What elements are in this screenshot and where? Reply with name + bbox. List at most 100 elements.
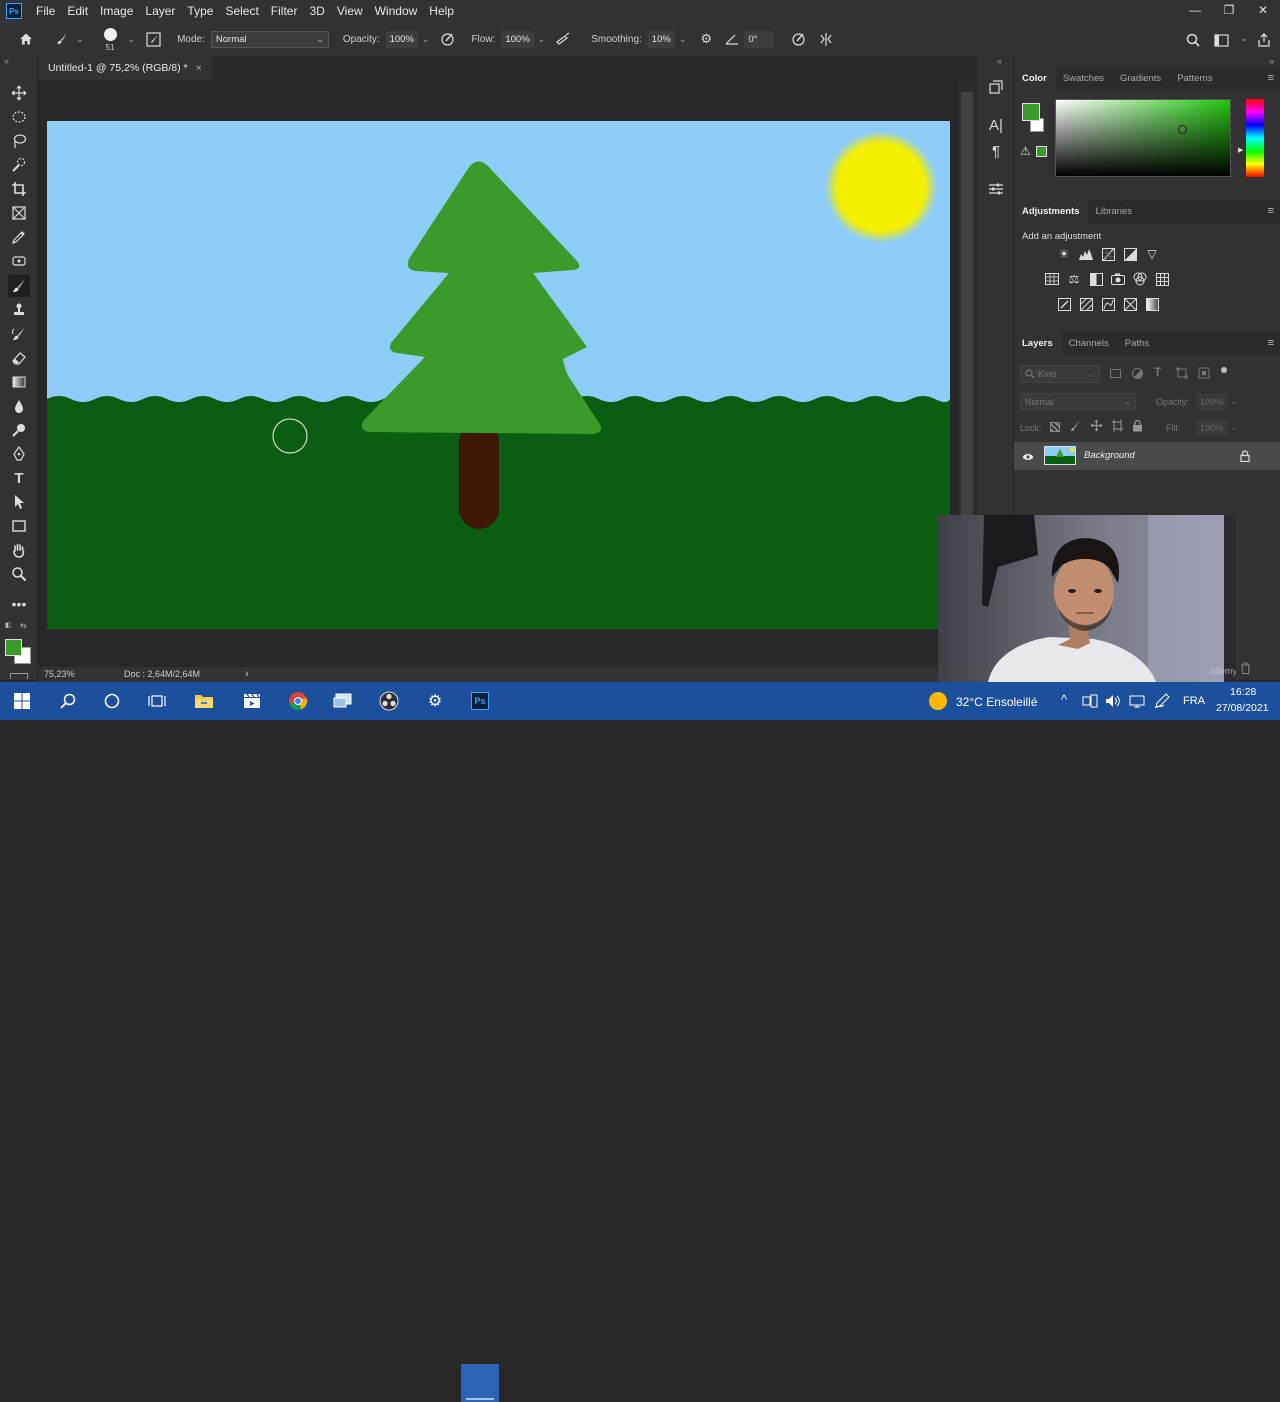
levels-icon[interactable] bbox=[1078, 246, 1094, 262]
weather-text[interactable]: 32°C Ensoleillé bbox=[956, 695, 1038, 709]
layer-row-background[interactable]: Background bbox=[1014, 442, 1280, 470]
fill-input[interactable]: 100% bbox=[1196, 419, 1228, 436]
properties-panel-icon[interactable] bbox=[983, 178, 1009, 200]
filter-smart-object-icon[interactable] bbox=[1198, 367, 1210, 382]
tab-paths[interactable]: Paths bbox=[1117, 331, 1157, 355]
menu-help[interactable]: Help bbox=[423, 4, 460, 18]
brush-tool-icon[interactable] bbox=[8, 275, 30, 297]
layer-filter-select[interactable]: Kind ⌄ bbox=[1020, 365, 1100, 383]
chevron-down-icon[interactable]: ⌄ bbox=[76, 34, 84, 45]
dodge-tool-icon[interactable] bbox=[8, 419, 30, 441]
clone-stamp-tool-icon[interactable] bbox=[8, 299, 30, 321]
layer-lock-icon[interactable] bbox=[1240, 450, 1250, 465]
menu-view[interactable]: View bbox=[331, 4, 369, 18]
status-menu-arrow-icon[interactable]: › bbox=[245, 668, 249, 680]
canvas-workspace[interactable] bbox=[38, 80, 976, 667]
restore-button[interactable]: ❐ bbox=[1212, 0, 1246, 22]
home-icon[interactable] bbox=[16, 29, 36, 49]
menu-window[interactable]: Window bbox=[369, 4, 424, 18]
menu-type[interactable]: Type bbox=[181, 4, 219, 18]
device-icon[interactable] bbox=[1082, 694, 1098, 711]
history-panel-icon[interactable] bbox=[983, 76, 1009, 98]
windows-start-icon[interactable] bbox=[8, 688, 36, 714]
angle-input[interactable]: 0° bbox=[744, 30, 775, 48]
tab-color[interactable]: Color bbox=[1014, 66, 1055, 90]
mode-select[interactable]: Normal ⌄ bbox=[210, 30, 329, 48]
color-balance-icon[interactable]: ⚖ bbox=[1066, 271, 1082, 287]
invert-icon[interactable] bbox=[1056, 296, 1072, 312]
close-button[interactable]: ✕ bbox=[1246, 0, 1280, 22]
history-brush-tool-icon[interactable] bbox=[8, 323, 30, 345]
spot-healing-tool-icon[interactable] bbox=[8, 250, 30, 272]
brush-tool-preset-icon[interactable] bbox=[52, 29, 72, 49]
vibrance-icon[interactable]: ▽ bbox=[1144, 246, 1160, 262]
marquee-tool-icon[interactable] bbox=[8, 106, 30, 128]
chevron-down-icon[interactable]: ⌄ bbox=[422, 34, 430, 45]
collapse-icon[interactable]: » bbox=[4, 56, 9, 66]
tab-adjustments[interactable]: Adjustments bbox=[1014, 199, 1088, 223]
gradient-map-icon[interactable] bbox=[1144, 296, 1160, 312]
character-panel-icon[interactable]: A| bbox=[983, 114, 1009, 136]
photo-filter-icon[interactable] bbox=[1110, 271, 1126, 287]
posterize-icon[interactable] bbox=[1078, 296, 1094, 312]
airbrush-icon[interactable] bbox=[553, 29, 573, 49]
document-tab[interactable]: Untitled-1 @ 75,2% (RGB/8) * × bbox=[38, 56, 212, 80]
pressure-opacity-icon[interactable] bbox=[437, 29, 457, 49]
eyedropper-tool-icon[interactable] bbox=[8, 226, 30, 248]
obs-icon[interactable] bbox=[375, 688, 403, 714]
black-white-icon[interactable] bbox=[1088, 271, 1104, 287]
menu-layer[interactable]: Layer bbox=[139, 4, 181, 18]
layer-opacity-input[interactable]: 100% bbox=[1196, 393, 1228, 410]
opacity-input[interactable]: 100% bbox=[385, 30, 418, 48]
smoothing-input[interactable]: 10% bbox=[647, 30, 675, 48]
menu-edit[interactable]: Edit bbox=[61, 4, 94, 18]
hand-tool-icon[interactable] bbox=[8, 539, 30, 561]
eraser-tool-icon[interactable] bbox=[8, 347, 30, 369]
more-tools-icon[interactable]: ••• bbox=[8, 593, 30, 615]
chevron-down-icon[interactable]: ⌄ bbox=[538, 34, 546, 45]
network-icon[interactable] bbox=[1129, 693, 1145, 712]
quick-selection-tool-icon[interactable] bbox=[8, 154, 30, 176]
tab-gradients[interactable]: Gradients bbox=[1112, 66, 1169, 90]
threshold-icon[interactable] bbox=[1100, 296, 1116, 312]
curves-icon[interactable] bbox=[1100, 246, 1116, 262]
pressure-size-icon[interactable] bbox=[788, 29, 808, 49]
document-canvas[interactable] bbox=[47, 121, 950, 629]
minimize-button[interactable]: — bbox=[1178, 0, 1212, 22]
file-explorer-icon[interactable] bbox=[190, 688, 218, 714]
chevron-down-icon[interactable]: ⌄ bbox=[128, 34, 136, 45]
filter-adjustment-icon[interactable] bbox=[1132, 368, 1143, 379]
hue-slider-handle-icon[interactable]: ▶ bbox=[1238, 146, 1243, 154]
gear-icon[interactable]: ⚙ bbox=[696, 29, 716, 49]
blur-tool-icon[interactable] bbox=[8, 395, 30, 417]
tab-patterns[interactable]: Patterns bbox=[1169, 66, 1220, 90]
remote-desktop-icon[interactable] bbox=[329, 688, 357, 714]
share-icon[interactable] bbox=[1254, 30, 1274, 50]
panel-menu-icon[interactable]: ≡ bbox=[1268, 205, 1274, 217]
workspace-icon[interactable] bbox=[1211, 30, 1231, 50]
cortana-icon[interactable] bbox=[98, 688, 126, 714]
pen-workspace-icon[interactable] bbox=[1154, 693, 1170, 712]
filter-pixel-icon[interactable] bbox=[1110, 369, 1121, 378]
rectangle-tool-icon[interactable] bbox=[8, 515, 30, 537]
symmetry-icon[interactable] bbox=[816, 29, 836, 49]
brush-size-picker[interactable]: 51 bbox=[98, 24, 124, 54]
selective-color-icon[interactable] bbox=[1122, 296, 1138, 312]
pen-tool-icon[interactable] bbox=[8, 443, 30, 465]
frame-tool-icon[interactable] bbox=[8, 202, 30, 224]
chevron-down-icon[interactable]: ⌄ bbox=[1230, 422, 1238, 433]
task-view-icon[interactable] bbox=[143, 688, 171, 714]
search-icon[interactable] bbox=[54, 688, 82, 714]
lock-position-icon[interactable] bbox=[1090, 419, 1103, 435]
foreground-color-swatch[interactable] bbox=[5, 639, 22, 656]
menu-select[interactable]: Select bbox=[219, 4, 264, 18]
channel-mixer-icon[interactable] bbox=[1132, 271, 1148, 287]
lock-transparent-icon[interactable] bbox=[1050, 422, 1060, 432]
panel-menu-icon[interactable]: ≡ bbox=[1268, 72, 1274, 84]
panel-menu-icon[interactable]: ≡ bbox=[1268, 337, 1274, 349]
filter-shape-icon[interactable] bbox=[1176, 367, 1188, 382]
zoom-tool-icon[interactable] bbox=[8, 563, 30, 585]
tab-layers[interactable]: Layers bbox=[1014, 331, 1061, 355]
eye-icon[interactable] bbox=[1022, 452, 1034, 464]
type-tool-icon[interactable]: T bbox=[8, 467, 30, 489]
